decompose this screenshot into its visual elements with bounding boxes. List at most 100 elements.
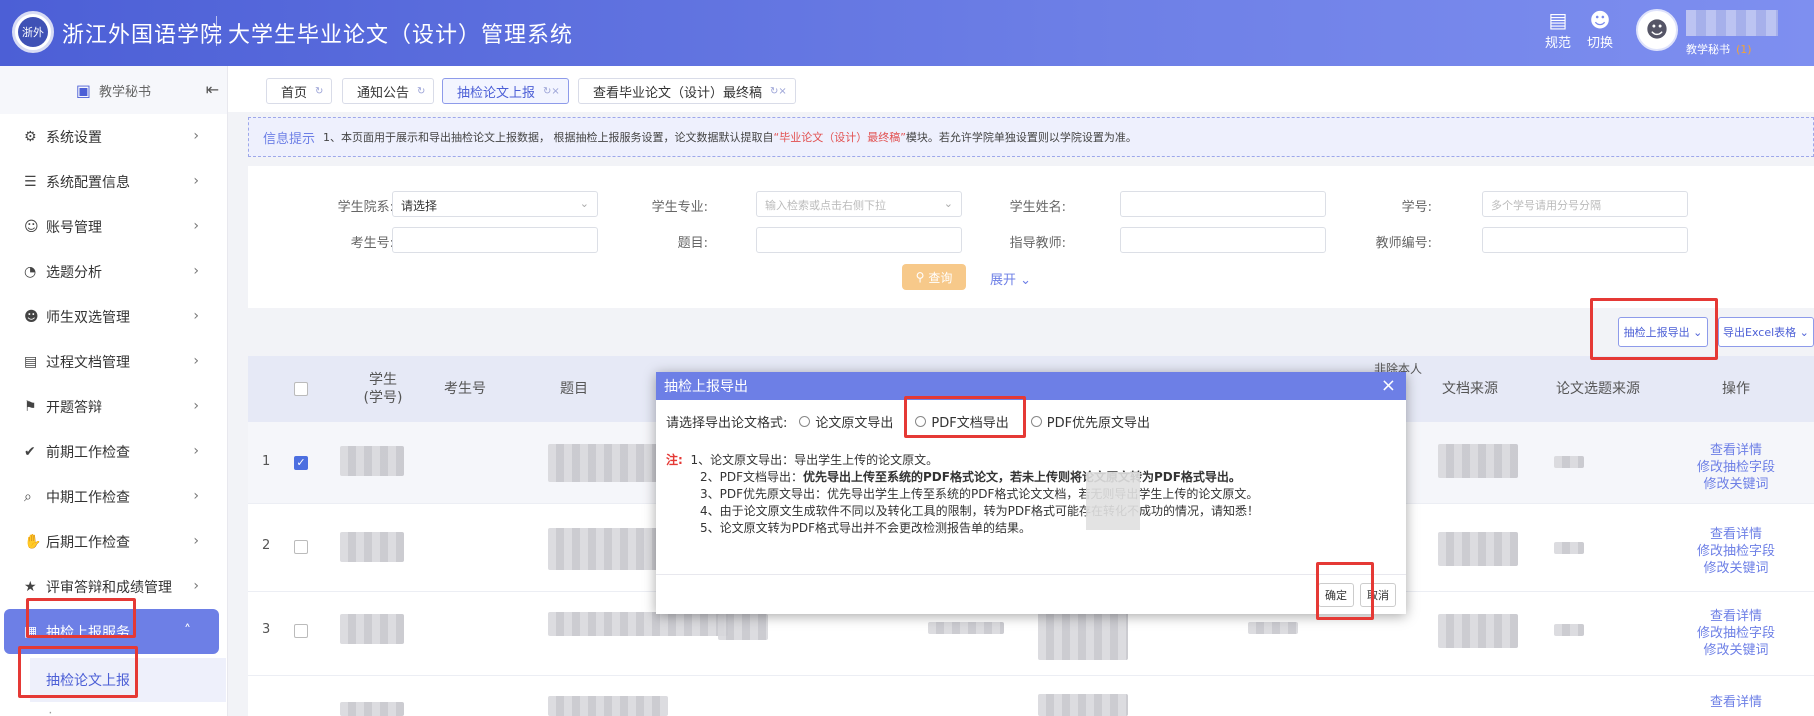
annotation-box	[904, 396, 1026, 438]
sidebar-item-label: 后期工作检查	[46, 534, 130, 551]
edit-sample-link[interactable]: 修改抽检字段	[1680, 543, 1792, 560]
student-name-input[interactable]	[1120, 191, 1326, 217]
annotation-box	[1590, 298, 1718, 360]
chevron-right-icon: ›	[193, 353, 199, 369]
tab-final-draft[interactable]: 查看毕业论文（设计）最终稿 ↻×	[578, 78, 796, 104]
tab-notice[interactable]: 通知公告 ↻	[342, 78, 435, 104]
chevron-right-icon: ›	[193, 578, 199, 594]
analysis-icon: ◔	[24, 263, 37, 280]
system-name: 大学生毕业论文（设计）管理系统	[228, 23, 574, 48]
excel-export-button[interactable]: 导出Excel表格 ⌄	[1718, 317, 1814, 347]
tab-home[interactable]: 首页 ↻	[266, 78, 333, 104]
sidebar-item-9[interactable]: ✋ 后期工作检查 ›	[0, 519, 227, 564]
blur-overlay	[1086, 472, 1140, 530]
document-icon: ▤	[24, 353, 38, 370]
sidebar-item-8[interactable]: ⌕ 中期工作检查 ›	[0, 474, 227, 519]
monitor-icon: ▣	[75, 80, 92, 100]
chevron-down-icon: ⌄	[1799, 325, 1809, 339]
school-logo: 浙外	[12, 11, 54, 53]
sidebar-item-label: 评审答辩和成绩管理	[46, 579, 172, 596]
title-input[interactable]	[756, 227, 962, 253]
sidebar-item-0[interactable]: ⚙ 系统设置 ›	[0, 114, 227, 159]
edit-sample-link[interactable]: 修改抽检字段	[1680, 459, 1792, 476]
avatar[interactable]: ☻	[1636, 9, 1678, 51]
row-checkbox[interactable]	[294, 540, 308, 554]
edit-keywords-link[interactable]: 修改关键词	[1680, 642, 1792, 659]
sidebar-item-label: 开题答辩	[46, 399, 102, 416]
query-button[interactable]: ⚲ 查询	[902, 264, 966, 290]
sidebar-item-2[interactable]: ☺ 账号管理 ›	[0, 204, 227, 249]
edit-sample-link[interactable]: 修改抽检字段	[1680, 625, 1792, 642]
row-actions: 查看详情 修改抽检字段 修改关键词	[1680, 442, 1792, 493]
student-number-input[interactable]: 多个学号请用分号分隔	[1482, 191, 1688, 217]
info-tip: 信息提示 1、本页面用于展示和导出抽检论文上报数据， 根据抽检上报服务设置，论文…	[248, 117, 1814, 157]
refresh-icon: ↻	[417, 85, 426, 97]
chevron-right-icon: ›	[193, 173, 199, 189]
defense-icon: ⚑	[24, 398, 37, 415]
college-select[interactable]: 请选择 ⌄	[392, 191, 598, 217]
exam-number-input[interactable]	[392, 227, 598, 253]
radio-pdf-first-export[interactable]: PDF优先原文导出	[1030, 412, 1150, 431]
sidebar-item-3[interactable]: ◔ 选题分析 ›	[0, 249, 227, 294]
gear-icon: ⚙	[24, 128, 37, 145]
sliders-icon: ☰	[24, 173, 37, 190]
sidebar-item-label: 选题分析	[46, 264, 102, 281]
chevron-right-icon: ›	[193, 398, 199, 414]
app-header: 浙外 浙江外国语学院 大学生毕业论文（设计）管理系统 ▤ 规范 ☻ 切换 ☻ 教…	[0, 0, 1814, 66]
annotation-box	[1316, 562, 1374, 620]
refresh-close-icon: ↻×	[770, 85, 787, 97]
collapse-menu-icon[interactable]: ⇤	[206, 80, 219, 99]
close-icon[interactable]: ×	[1381, 375, 1396, 396]
tab-sample-report[interactable]: 抽检论文上报 ↻×	[442, 78, 569, 104]
advisor-input[interactable]	[1120, 227, 1326, 253]
user-role[interactable]: 教学秘书 (1)	[1686, 41, 1752, 57]
view-detail-link[interactable]: 查看详情	[1680, 608, 1792, 625]
sidebar-item-4[interactable]: ☻ 师生双选管理 ›	[0, 294, 227, 339]
sidebar-item-6[interactable]: ⚑ 开题答辩 ›	[0, 384, 227, 429]
edit-keywords-link[interactable]: 修改关键词	[1680, 476, 1792, 493]
export-notes: 注: 1、论文原文导出：导出学生上传的论文原文。 2、PDF文档导出：优先导出上…	[666, 453, 1260, 535]
sidebar-item-5[interactable]: ▤ 过程文档管理 ›	[0, 339, 227, 384]
edit-keywords-link[interactable]: 修改关键词	[1680, 560, 1792, 577]
sidebar-item-1[interactable]: ☰ 系统配置信息 ›	[0, 159, 227, 204]
chevron-up-icon: ˄	[184, 623, 191, 639]
sidebar-item-7[interactable]: ✔ 前期工作检查 ›	[0, 429, 227, 474]
select-all-checkbox[interactable]	[294, 382, 308, 396]
chevron-right-icon: ›	[193, 128, 199, 144]
chevron-right-icon: ›	[193, 533, 199, 549]
sidebar-subitem-partial[interactable]: ⋮	[0, 710, 227, 716]
rules-button[interactable]: ▤ 规范	[1538, 8, 1578, 51]
chevron-right-icon: ›	[193, 263, 199, 279]
teacher-number-input[interactable]	[1482, 227, 1688, 253]
chevron-down-icon: ⌄	[943, 197, 953, 210]
row-checkbox[interactable]: ✓	[294, 456, 308, 470]
users-icon: ☻	[24, 308, 39, 325]
switch-button[interactable]: ☻ 切换	[1580, 8, 1620, 51]
view-detail-link[interactable]: 查看详情	[1680, 694, 1792, 711]
sidebar-item-label: 系统配置信息	[46, 174, 130, 191]
sidebar-item-label: 账号管理	[46, 219, 102, 236]
expand-toggle[interactable]: 展开 ⌄	[990, 269, 1031, 288]
hand-icon: ✋	[24, 533, 42, 550]
row-actions: 查看详情	[1680, 694, 1792, 711]
chevron-right-icon: ›	[193, 443, 199, 459]
sidebar-item-label: 前期工作检查	[46, 444, 130, 461]
chevron-down-icon: ⌄	[579, 197, 589, 210]
annotation-box	[18, 646, 138, 698]
annotation-box	[26, 598, 136, 638]
radio-original-export[interactable]: 论文原文导出	[799, 412, 893, 431]
refresh-close-icon: ↻×	[543, 85, 560, 97]
dialog-header: 抽检上报导出 ×	[656, 372, 1406, 400]
major-select[interactable]: 输入检索或点击右侧下拉 ⌄	[756, 191, 962, 217]
refresh-icon: ↻	[315, 85, 324, 97]
account-icon: ☺	[24, 218, 39, 235]
header-divider	[216, 16, 217, 46]
grade-icon: ★	[24, 578, 37, 595]
sidebar-header: ▣ 教学秘书 ⇤	[0, 66, 227, 114]
table-row[interactable]: 查看详情	[248, 676, 1814, 716]
dialog-footer: 确定 取消	[656, 574, 1406, 614]
view-detail-link[interactable]: 查看详情	[1680, 442, 1792, 459]
document-icon: ▤	[1548, 8, 1568, 32]
row-checkbox[interactable]	[294, 624, 308, 638]
view-detail-link[interactable]: 查看详情	[1680, 526, 1792, 543]
